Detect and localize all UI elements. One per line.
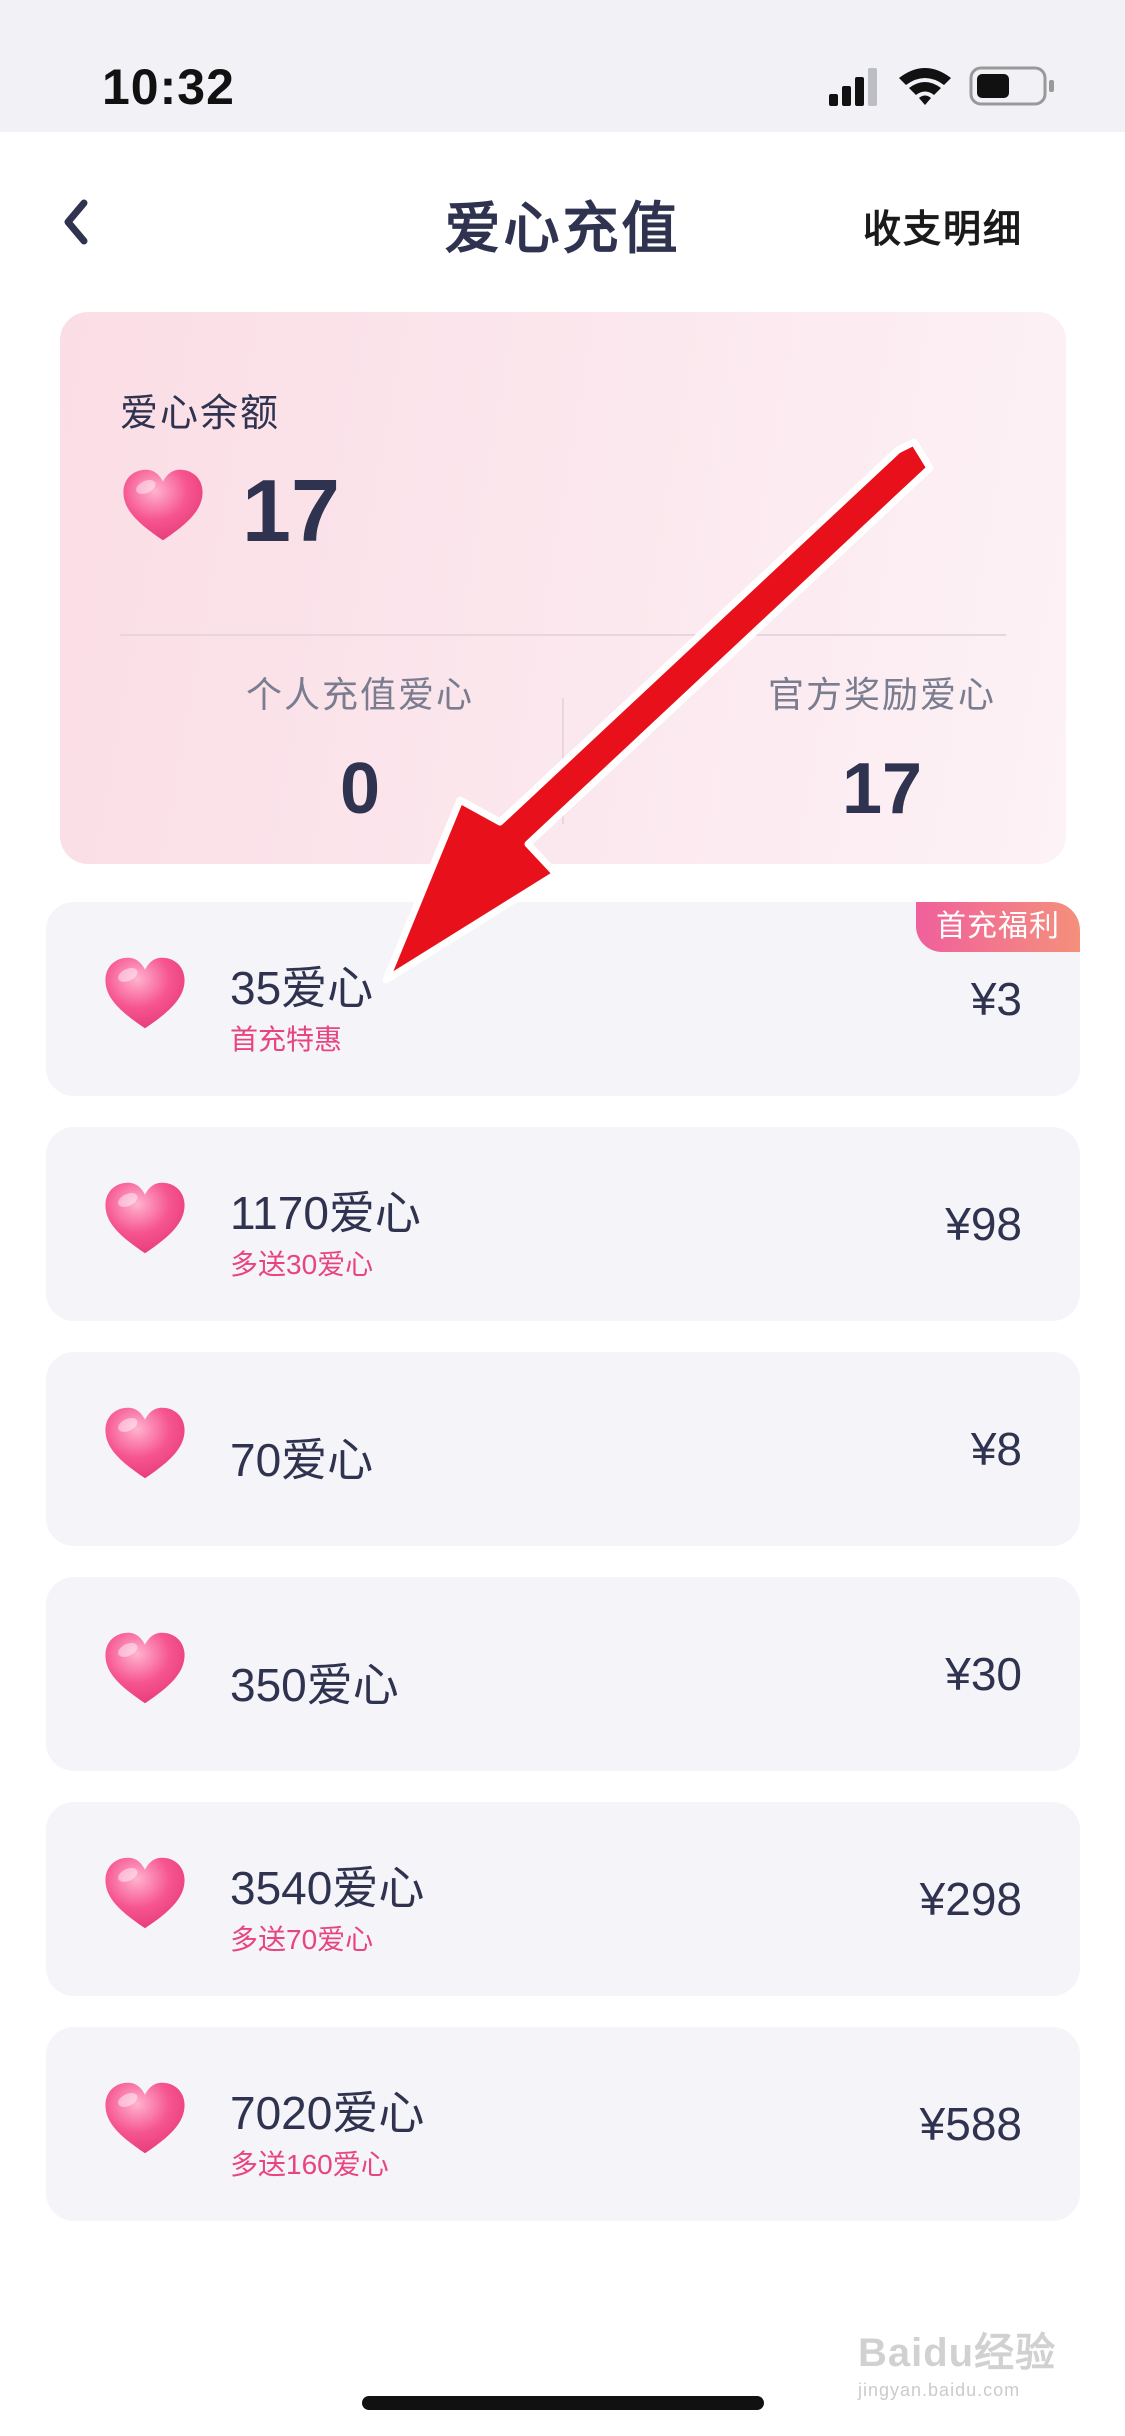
heart-icon — [102, 1404, 188, 1482]
package-note: 多送30爱心 — [230, 1249, 374, 1280]
package-item-3540[interactable]: 3540爱心 多送70爱心 ¥298 — [46, 1802, 1080, 1996]
package-price: ¥588 — [919, 2098, 1022, 2150]
package-item-35[interactable]: 35爱心 首充特惠 ¥3 首充福利 — [46, 902, 1080, 1096]
divider — [120, 634, 1006, 636]
package-price: ¥8 — [970, 1423, 1022, 1475]
package-price: ¥98 — [945, 1198, 1022, 1250]
personal-balance-value: 0 — [339, 749, 381, 829]
package-item-7020[interactable]: 7020爱心 多送160爱心 ¥588 — [46, 2027, 1080, 2221]
wifi-icon — [899, 68, 951, 105]
heart-icon — [102, 1179, 188, 1257]
watermark-sub: jingyan.baidu.com — [858, 2380, 1021, 2400]
watermark-text: Baidu经验 — [858, 2331, 1057, 2375]
balance-label: 爱心余额 — [120, 393, 281, 435]
battery-icon — [969, 66, 1054, 106]
package-name: 70爱心 — [230, 1434, 374, 1486]
package-name: 7020爱心 — [230, 2087, 425, 2139]
package-name: 1170爱心 — [230, 1187, 421, 1239]
transaction-details-link[interactable]: 收支明细 — [863, 198, 1023, 253]
package-item-1170[interactable]: 1170爱心 多送30爱心 ¥98 — [46, 1127, 1080, 1321]
status-bar: 10:32 — [0, 0, 1125, 132]
package-name: 350爱心 — [230, 1659, 399, 1711]
promo-badge: 首充福利 — [916, 902, 1080, 952]
package-item-350[interactable]: 350爱心 ¥30 — [46, 1577, 1080, 1771]
status-icons — [829, 64, 1069, 108]
package-note: 多送160爱心 — [230, 2149, 389, 2180]
signal-icon — [829, 68, 877, 106]
heart-icon — [102, 1629, 188, 1707]
package-item-70[interactable]: 70爱心 ¥8 — [46, 1352, 1080, 1546]
balance-card: 爱心余额 17 个人充值爱心 0 官方奖励爱心 17 — [60, 312, 1066, 864]
watermark: Baidu经验 jingyan.baidu.com — [858, 2320, 1056, 2401]
heart-icon — [102, 954, 188, 1032]
official-balance: 官方奖励爱心 17 — [672, 666, 1092, 830]
package-note: 多送70爱心 — [230, 1924, 374, 1955]
home-indicator[interactable] — [362, 2396, 764, 2410]
package-name: 35爱心 — [230, 962, 374, 1014]
package-name: 3540爱心 — [230, 1862, 425, 1914]
package-price: ¥298 — [919, 1873, 1022, 1925]
package-price: ¥3 — [970, 973, 1022, 1025]
heart-icon — [102, 1854, 188, 1932]
personal-balance: 个人充值爱心 0 — [150, 666, 570, 830]
balance-value: 17 — [242, 461, 340, 560]
status-time: 10:32 — [102, 59, 235, 115]
official-balance-value: 17 — [841, 749, 923, 829]
personal-balance-label: 个人充值爱心 — [245, 674, 474, 715]
package-price: ¥30 — [945, 1648, 1022, 1700]
package-note: 首充特惠 — [230, 1024, 343, 1055]
heart-icon — [120, 466, 206, 544]
heart-icon — [102, 2079, 188, 2157]
nav-bar: 爱心充值 收支明细 — [0, 132, 1125, 308]
official-balance-label: 官方奖励爱心 — [767, 674, 996, 715]
